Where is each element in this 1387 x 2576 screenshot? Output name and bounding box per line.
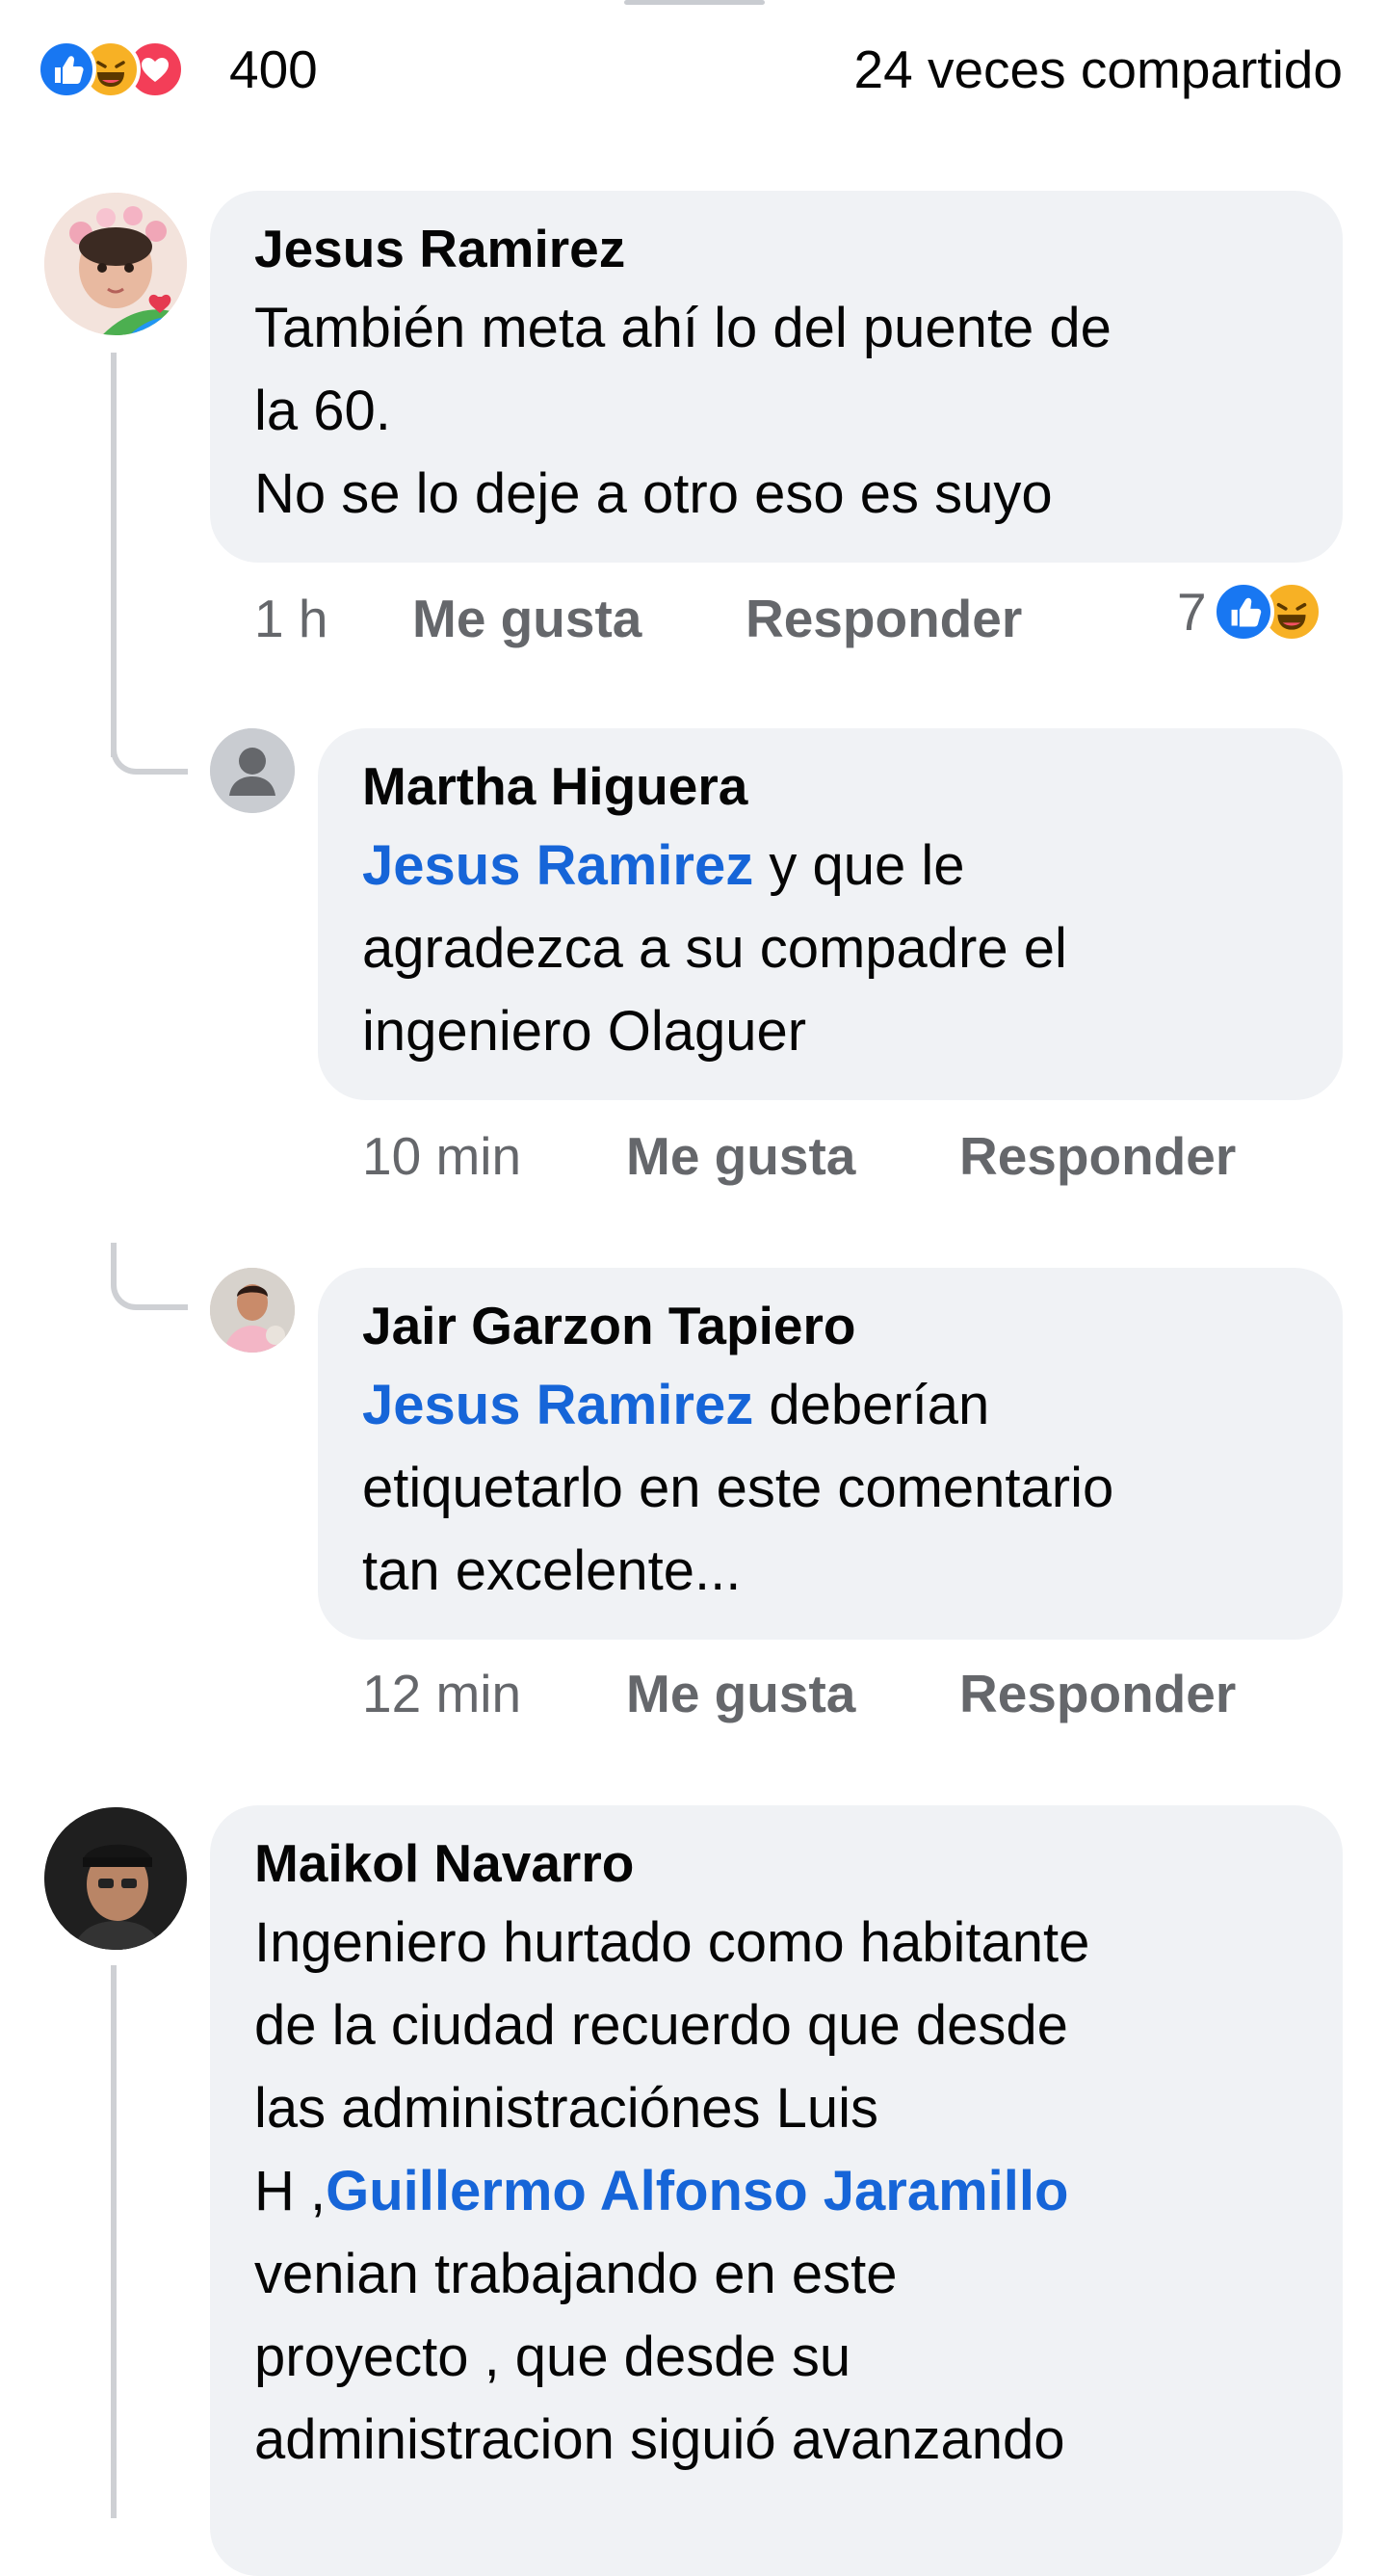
comment-line: de la ciudad recuerdo que desde — [254, 1994, 1068, 2057]
comment-line: administracion siguió avanzando — [254, 2408, 1065, 2471]
comment-author[interactable]: Jair Garzon Tapiero — [362, 1297, 855, 1354]
reply-connector — [111, 732, 188, 775]
mention-link[interactable]: Jesus Ramirez — [362, 1374, 753, 1436]
comment-text: También meta ahí lo del puente de la 60.… — [254, 287, 1112, 536]
avatar-maikol-navarro[interactable] — [44, 1807, 187, 1950]
avatar-martha-higuera[interactable] — [210, 728, 295, 813]
comment-line: la 60. — [254, 380, 391, 442]
comment-line: ingeniero Olaguer — [362, 1000, 807, 1063]
comment-author[interactable]: Jesus Ramirez — [254, 220, 625, 277]
comment-line: También meta ahí lo del puente de — [254, 297, 1112, 359]
comment-author[interactable]: Martha Higuera — [362, 757, 747, 815]
comment-actions: 10 min Me gusta Responder — [362, 1122, 1325, 1190]
comment-line: y que le — [753, 834, 965, 897]
comment-timestamp: 12 min — [362, 1664, 522, 1723]
reply-button[interactable]: Responder — [959, 1122, 1236, 1190]
comment-line: agradezca a su compadre el — [362, 917, 1067, 980]
reply-button[interactable]: Responder — [746, 585, 1022, 652]
mention-link[interactable]: Jesus Ramirez — [362, 834, 753, 897]
reply-button[interactable]: Responder — [959, 1660, 1236, 1727]
comment-text: Ingeniero hurtado como habitante de la c… — [254, 1902, 1089, 2482]
comment-line: H , — [254, 2160, 327, 2222]
like-reaction-icon — [1212, 581, 1274, 643]
like-button[interactable]: Me gusta — [626, 1660, 855, 1727]
comment-line: las administraciónes Luis — [254, 2077, 878, 2140]
reply-connector — [111, 1243, 188, 1310]
total-reactions-count[interactable]: 400 — [229, 40, 318, 98]
avatar-jesus-ramirez[interactable] — [44, 193, 187, 335]
thread-line — [111, 353, 117, 757]
comment-text: Jesus Ramirez y que le agradezca a su co… — [362, 825, 1067, 1073]
mention-link[interactable]: Guillermo Alfonso Jaramillo — [326, 2160, 1068, 2222]
reaction-summary-bar: 400 24 veces compartido — [37, 35, 1343, 104]
comment-line: No se lo deje a otro eso es suyo — [254, 462, 1053, 525]
sheet-grab-handle[interactable] — [624, 0, 765, 5]
thread-line — [111, 1965, 117, 2518]
comment-line: deberían — [753, 1374, 990, 1436]
comment-actions: 12 min Me gusta Responder — [362, 1660, 1325, 1727]
shares-count[interactable]: 24 veces compartido — [854, 40, 1344, 98]
comment-author[interactable]: Maikol Navarro — [254, 1834, 634, 1892]
comment-line: etiquetarlo en este comentario — [362, 1457, 1114, 1519]
comment-line: tan excelente... — [362, 1539, 742, 1602]
comment-line: proyecto , que desde su — [254, 2326, 851, 2388]
avatar-jair-garzon-tapiero[interactable] — [210, 1268, 295, 1353]
reaction-icons[interactable] — [37, 39, 185, 100]
reply-bubble[interactable]: Jair Garzon Tapiero Jesus Ramirez deberí… — [318, 1268, 1343, 1640]
reply-bubble[interactable]: Martha Higuera Jesus Ramirez y que le ag… — [318, 728, 1343, 1100]
like-button[interactable]: Me gusta — [412, 585, 641, 652]
comment-text: Jesus Ramirez deberían etiquetarlo en es… — [362, 1364, 1113, 1613]
comment-timestamp: 1 h — [254, 589, 328, 648]
comment-line: Ingeniero hurtado como habitante — [254, 1911, 1090, 1974]
reaction-count-number: 7 — [1177, 582, 1207, 642]
comment-bubble[interactable]: Jesus Ramirez También meta ahí lo del pu… — [210, 191, 1343, 563]
like-reaction-icon — [37, 39, 96, 99]
comment-line: venian trabajando en este — [254, 2243, 898, 2305]
like-button[interactable]: Me gusta — [626, 1122, 855, 1190]
comment-timestamp: 10 min — [362, 1126, 522, 1186]
comment-bubble[interactable]: Maikol Navarro Ingeniero hurtado como ha… — [210, 1805, 1343, 2576]
comment-reaction-count[interactable]: 7 — [1177, 578, 1322, 645]
